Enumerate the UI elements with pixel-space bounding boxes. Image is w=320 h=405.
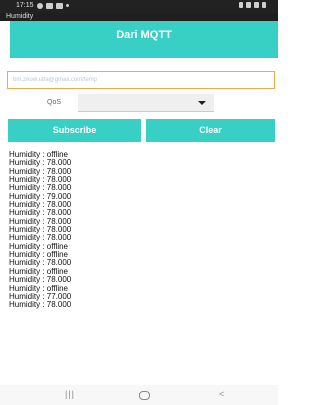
status-right bbox=[239, 2, 266, 8]
dropdown-arrow-icon bbox=[198, 101, 206, 105]
header-title: Dari MQTT bbox=[116, 29, 172, 41]
header-banner: Dari MQTT bbox=[10, 21, 278, 58]
qos-select[interactable] bbox=[78, 94, 214, 112]
status-bar: 17:15 bbox=[0, 0, 278, 13]
clear-button[interactable]: Clear bbox=[146, 119, 275, 142]
topic-input[interactable] bbox=[7, 71, 275, 89]
signal-icon bbox=[254, 2, 259, 8]
instagram-icon bbox=[36, 2, 43, 9]
recents-icon[interactable]: ||| bbox=[65, 389, 75, 399]
gallery-icon bbox=[55, 2, 63, 9]
qos-label: QoS bbox=[47, 99, 62, 106]
status-left: 17:15 bbox=[16, 2, 69, 9]
wifi-icon bbox=[246, 2, 251, 8]
navigation-bar: ||| < bbox=[0, 385, 278, 405]
mute-icon bbox=[239, 2, 243, 8]
message-log: Humidity : offline Humidity : 78.000 Hum… bbox=[9, 150, 269, 310]
home-icon[interactable] bbox=[139, 391, 150, 400]
dot-icon bbox=[65, 4, 69, 7]
status-time: 17:15 bbox=[16, 2, 34, 9]
battery-icon bbox=[262, 2, 266, 8]
subscribe-button[interactable]: Subscribe bbox=[8, 119, 141, 142]
log-item: Humidity : 78.000 bbox=[9, 300, 72, 310]
whatsapp-icon bbox=[45, 2, 53, 9]
back-icon[interactable]: < bbox=[219, 389, 224, 399]
